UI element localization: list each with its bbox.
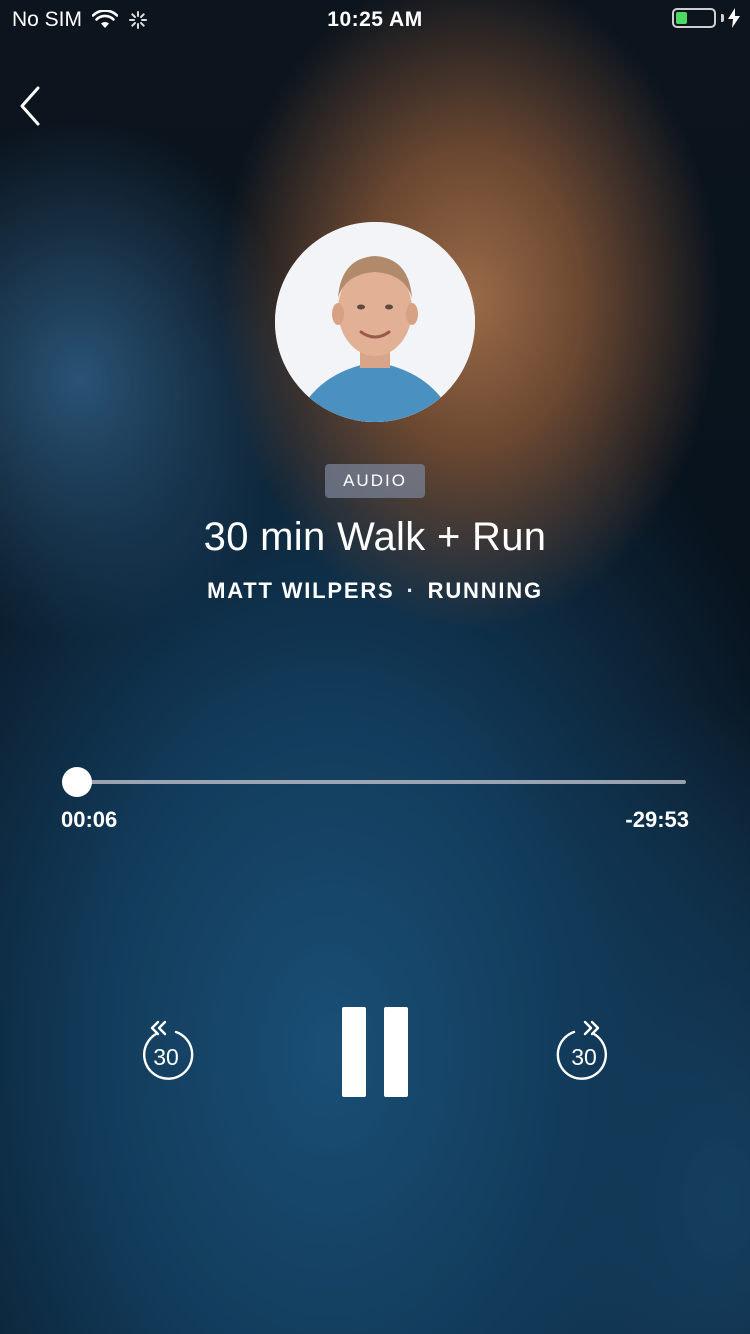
background-photo	[0, 0, 750, 1334]
forward-30-button[interactable]: 30	[552, 1018, 616, 1084]
instructor-name[interactable]: MATT WILPERS	[207, 578, 394, 603]
status-time: 10:25 AM	[327, 8, 423, 31]
status-bar: No SIM 10:25 AM	[0, 0, 750, 40]
pause-button[interactable]	[340, 1005, 410, 1099]
class-subtitle: MATT WILPERS · RUNNING	[0, 578, 750, 604]
forward-label: 30	[571, 1044, 597, 1070]
progress-track[interactable]	[77, 780, 686, 784]
elapsed-time: 00:06	[61, 807, 118, 832]
separator-dot: ·	[406, 578, 416, 603]
battery-icon	[672, 8, 716, 28]
class-category: RUNNING	[427, 578, 543, 603]
class-title: 30 min Walk + Run	[203, 515, 547, 559]
content-type-badge: AUDIO	[325, 464, 425, 498]
progress-scrubber[interactable]	[62, 767, 92, 797]
charging-bolt-icon	[728, 8, 740, 28]
remaining-time: -29:53	[625, 807, 689, 832]
rewind-label: 30	[153, 1044, 179, 1070]
instructor-avatar	[275, 222, 475, 422]
rewind-30-button[interactable]: 30	[134, 1018, 198, 1084]
back-chevron-icon[interactable]	[16, 84, 56, 128]
